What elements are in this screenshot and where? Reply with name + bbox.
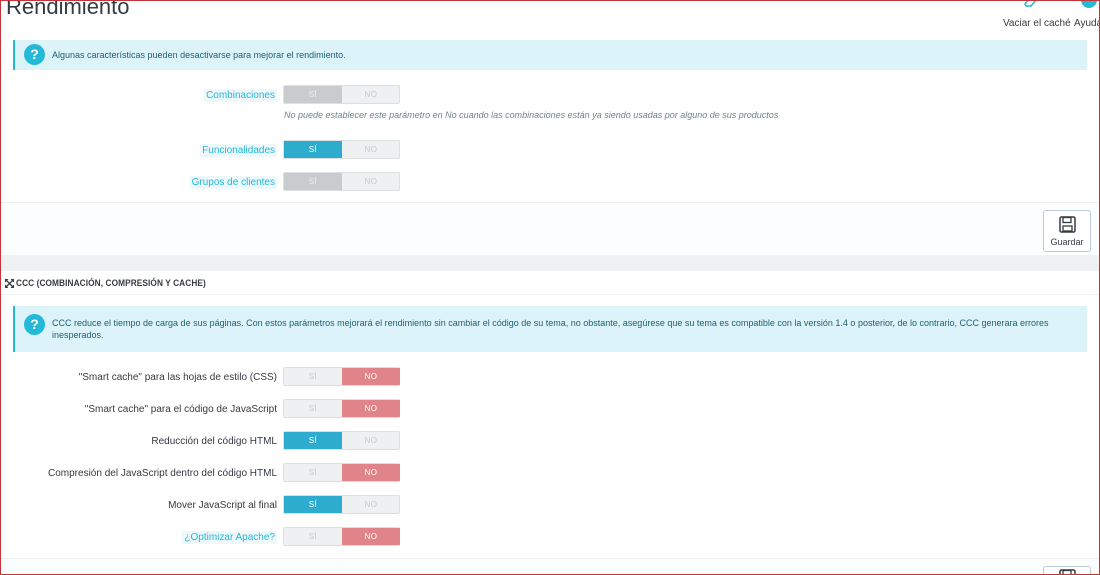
alert-text: CCC reduce el tiempo de carga de sus pág… [52,318,1049,340]
switch-yes[interactable]: SÍ [284,496,342,513]
html-minify-label: Reducción del código HTML [151,436,277,447]
panel-footer [0,558,1100,575]
floppy-disk-icon [1059,569,1076,575]
page-title: Rendimiento [6,0,130,19]
combinations-label[interactable]: Combinaciones [204,89,277,102]
features-label[interactable]: Funcionalidades [200,144,277,157]
switch-yes[interactable]: SÍ [284,528,342,545]
smart-cache-js-switch[interactable]: SÍ NO [283,399,400,418]
move-js-end-switch[interactable]: SÍ NO [283,495,400,514]
features-switch[interactable]: SÍ NO [283,140,400,159]
ccc-panel: CCC (COMBINACIÓN, COMPRESIÓN Y CACHE) ? … [0,271,1100,575]
save-button-partial[interactable] [1043,566,1091,575]
question-icon: ? [24,44,45,65]
help-icon [1081,0,1097,8]
customer-groups-label[interactable]: Grupos de clientes [189,176,277,189]
switch-no[interactable]: NO [342,368,400,385]
switch-yes[interactable]: SÍ [284,86,342,103]
customer-groups-switch[interactable]: SÍ NO [283,172,400,191]
switch-no[interactable]: NO [342,86,400,103]
smart-cache-js-label: "Smart cache" para el código de JavaScri… [84,404,277,415]
optimize-apache-label[interactable]: ¿Optimizar Apache? [182,531,277,544]
eraser-icon [1024,0,1038,7]
inline-js-compress-switch[interactable]: SÍ NO [283,463,400,482]
panel-footer: Guardar [0,202,1100,254]
switch-yes[interactable]: SÍ [284,368,342,385]
combinations-help: No puede establecer este parámetro en No… [284,110,779,120]
switch-no[interactable]: NO [342,432,400,449]
move-js-end-label: Mover JavaScript al final [168,500,277,511]
floppy-disk-icon [1059,216,1076,233]
expand-arrows-icon [5,279,14,288]
switch-yes[interactable]: SÍ [284,141,342,158]
switch-yes[interactable]: SÍ [284,432,342,449]
clear-cache-label: Vaciar el caché [1003,18,1071,29]
html-minify-switch[interactable]: SÍ NO [283,431,400,450]
switch-no[interactable]: NO [342,496,400,513]
optimize-apache-switch[interactable]: SÍ NO [283,527,400,546]
smart-cache-css-label: "Smart cache" para las hojas de estilo (… [78,372,277,383]
switch-no[interactable]: NO [342,464,400,481]
switch-yes[interactable]: SÍ [284,400,342,417]
switch-no[interactable]: NO [342,400,400,417]
switch-no[interactable]: NO [342,528,400,545]
inline-js-compress-label: Compresión del JavaScript dentro del cód… [48,468,277,479]
switch-yes[interactable]: SÍ [284,173,342,190]
info-alert: ? CCC reduce el tiempo de carga de sus p… [13,306,1087,352]
save-button[interactable]: Guardar [1043,210,1091,252]
panel-heading: CCC (COMBINACIÓN, COMPRESIÓN Y CACHE) [0,271,1100,295]
question-icon: ? [24,314,45,335]
combinations-switch[interactable]: SÍ NO [283,85,400,104]
help-label: Ayuda [1074,18,1100,29]
save-label: Guardar [1050,237,1084,247]
alert-text: Algunas características pueden desactiva… [52,50,346,60]
panel-heading-text: CCC (COMBINACIÓN, COMPRESIÓN Y CACHE) [16,278,206,288]
switch-no[interactable]: NO [342,141,400,158]
info-alert: ? Algunas características pueden desacti… [13,40,1087,70]
smart-cache-css-switch[interactable]: SÍ NO [283,367,400,386]
switch-no[interactable]: NO [342,173,400,190]
switch-yes[interactable]: SÍ [284,464,342,481]
performance-panel: ? Algunas características pueden desacti… [0,40,1100,255]
